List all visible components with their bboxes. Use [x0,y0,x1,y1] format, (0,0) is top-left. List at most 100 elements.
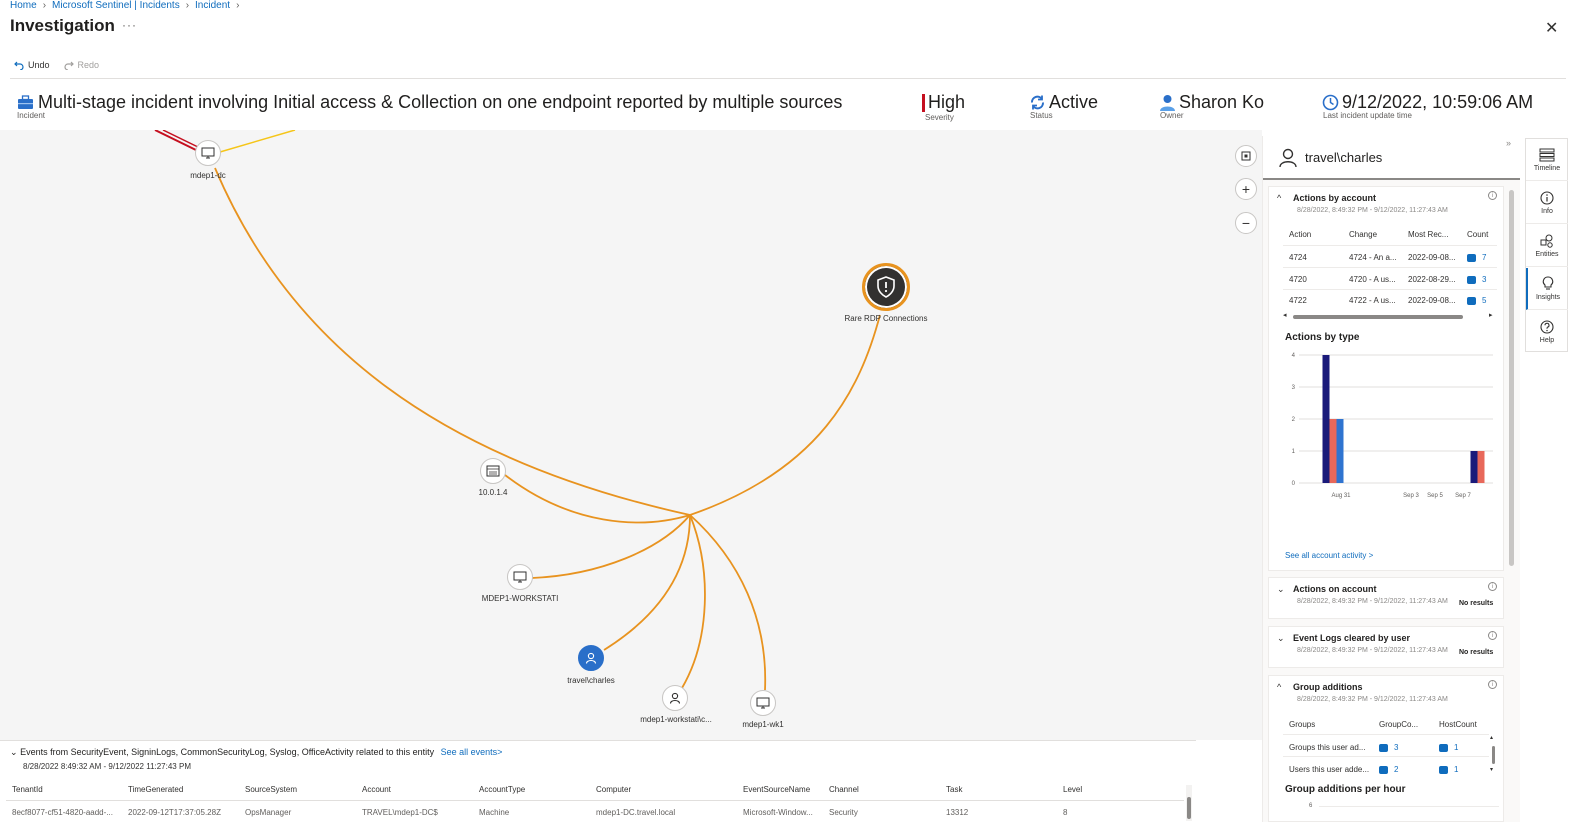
row-hostcount-link[interactable]: 1 [1439,765,1458,774]
table-vscrollbar[interactable]: ▴ ▾ [1490,735,1496,774]
row-count-link[interactable]: 7 [1467,253,1486,262]
node-label-account2: mdep1-workstati\c... [640,715,712,724]
gridline [1319,806,1499,807]
info-icon[interactable]: i [1488,680,1497,689]
col-header-action[interactable]: Action [1289,230,1311,239]
tab-info[interactable]: Info [1526,182,1568,224]
col-header-count[interactable]: Count [1467,230,1488,239]
help-icon [1540,320,1554,334]
scroll-right-icon[interactable]: ▸ [1489,311,1493,319]
col-header-account[interactable]: Account [362,785,391,794]
breadcrumb-incident[interactable]: Incident [195,0,230,11]
person-icon [585,652,597,664]
tab-entities[interactable]: Entities [1526,225,1568,267]
col-header-level[interactable]: Level [1063,785,1082,794]
col-header-tenantid[interactable]: TenantId [12,785,43,794]
no-results-text: No results [1459,600,1494,607]
chevron-down-icon[interactable]: ⌄ [1277,584,1285,595]
event-cell-channel: Security [829,808,858,817]
more-options-button[interactable]: ··· [122,18,137,32]
col-header-groupcount[interactable]: GroupCo... [1379,720,1418,729]
bar [1470,451,1478,483]
see-all-account-activity-link[interactable]: See all account activity > [1285,551,1373,560]
events-range: 8/28/2022 8:49:32 AM - 9/12/2022 11:27:4… [23,762,191,771]
row-action: 4724 [1289,253,1307,262]
no-results-text: No results [1459,649,1494,656]
scrollbar-thumb[interactable] [1293,315,1463,319]
breadcrumb: Home › Microsoft Sentinel | Incidents › … [10,0,239,11]
tab-help[interactable]: Help [1526,311,1568,353]
col-header-timegenerated[interactable]: TimeGenerated [128,785,183,794]
row-groupcount-link[interactable]: 2 [1379,765,1398,774]
row-count-link[interactable]: 5 [1467,296,1486,305]
scroll-left-icon[interactable]: ◂ [1283,311,1287,319]
col-header-eventsourcename[interactable]: EventSourceName [743,785,810,794]
events-scrollbar[interactable] [1186,785,1192,821]
person-icon [669,692,681,704]
col-header-channel[interactable]: Channel [829,785,859,794]
chevron-down-icon[interactable]: ⌄ [10,747,18,757]
col-header-computer[interactable]: Computer [596,785,631,794]
severity-label: Severity [925,113,954,122]
entities-icon [1540,234,1553,248]
panel-scrollbar[interactable] [1509,190,1514,566]
tab-timeline[interactable]: Timeline [1526,139,1568,181]
col-header-hostcount[interactable]: HostCount [1439,720,1477,729]
close-button[interactable]: ✕ [1545,18,1558,38]
col-header-change[interactable]: Change [1349,230,1377,239]
chevron-up-icon[interactable]: ^ [1277,193,1281,203]
tab-label: Entities [1535,250,1559,258]
info-icon[interactable]: i [1488,582,1497,591]
info-icon[interactable]: i [1488,191,1497,200]
col-header-groups[interactable]: Groups [1289,720,1315,729]
node-alert-rare-rdp[interactable] [862,263,910,311]
divider [10,78,1566,79]
row-groupcount: 2 [1394,765,1399,774]
see-all-events-link[interactable]: See all events> [441,747,503,757]
table-hscrollbar[interactable]: ◂ ▸ [1283,311,1497,320]
node-mdep1-dc[interactable] [195,140,221,166]
fit-to-screen-button[interactable] [1235,145,1257,167]
redo-button[interactable]: Redo [63,60,99,70]
chevron-down-icon[interactable]: ⌄ [1277,633,1285,644]
col-header-sourcesystem[interactable]: SourceSystem [245,785,297,794]
scrollbar-thumb[interactable] [1492,746,1495,764]
incident-label: Incident [17,111,46,120]
col-header-accounttype[interactable]: AccountType [479,785,525,794]
zoom-out-button[interactable]: − [1235,212,1257,234]
entity-panel: travel\charles » ^ Actions by account 8/… [1262,136,1520,822]
shield-alert-icon [877,276,895,298]
scroll-up-icon[interactable]: ▴ [1490,734,1493,741]
scrollbar-thumb[interactable] [1187,797,1191,819]
group-additions-per-hour-title: Group additions per hour [1285,784,1406,795]
redo-icon [63,61,74,70]
divider [1283,756,1489,757]
undo-button[interactable]: Undo [14,60,50,70]
node-wk1[interactable] [750,690,776,716]
row-groupcount-link[interactable]: 3 [1379,743,1398,752]
card-group-additions: ^ Group additions 8/28/2022, 8:49:32 PM … [1268,675,1504,822]
breadcrumb-incidents[interactable]: Microsoft Sentinel | Incidents [52,0,180,11]
breadcrumb-home[interactable]: Home [10,0,37,11]
node-account-workstati[interactable] [662,685,688,711]
row-hostcount-link[interactable]: 1 [1439,743,1458,752]
investigation-graph[interactable]: mdep1-dc Rare RDP Connections 10.0.1.4 M… [0,130,1262,740]
node-label-dc: mdep1-dc [190,171,226,180]
chevron-up-icon[interactable]: ^ [1277,682,1281,692]
row-count-link[interactable]: 3 [1467,275,1486,284]
tab-label: Help [1539,337,1555,344]
row-group: Users this user adde... [1289,765,1370,774]
zoom-in-button[interactable]: + [1235,178,1257,200]
row-count: 7 [1482,253,1487,262]
info-icon[interactable]: i [1488,631,1497,640]
node-user-charles[interactable] [578,645,604,671]
events-panel: ⌄ Events from SecurityEvent, SigninLogs,… [0,740,1196,822]
col-header-most-recent[interactable]: Most Rec... [1408,230,1448,239]
col-header-task[interactable]: Task [946,785,962,794]
scroll-down-icon[interactable]: ▾ [1490,766,1493,773]
node-workstation[interactable] [507,564,533,590]
tab-insights[interactable]: Insights [1526,268,1568,310]
event-cell-accounttype: Machine [479,808,510,817]
node-ip[interactable] [480,458,506,484]
collapse-panel-icon[interactable]: » [1506,138,1511,148]
